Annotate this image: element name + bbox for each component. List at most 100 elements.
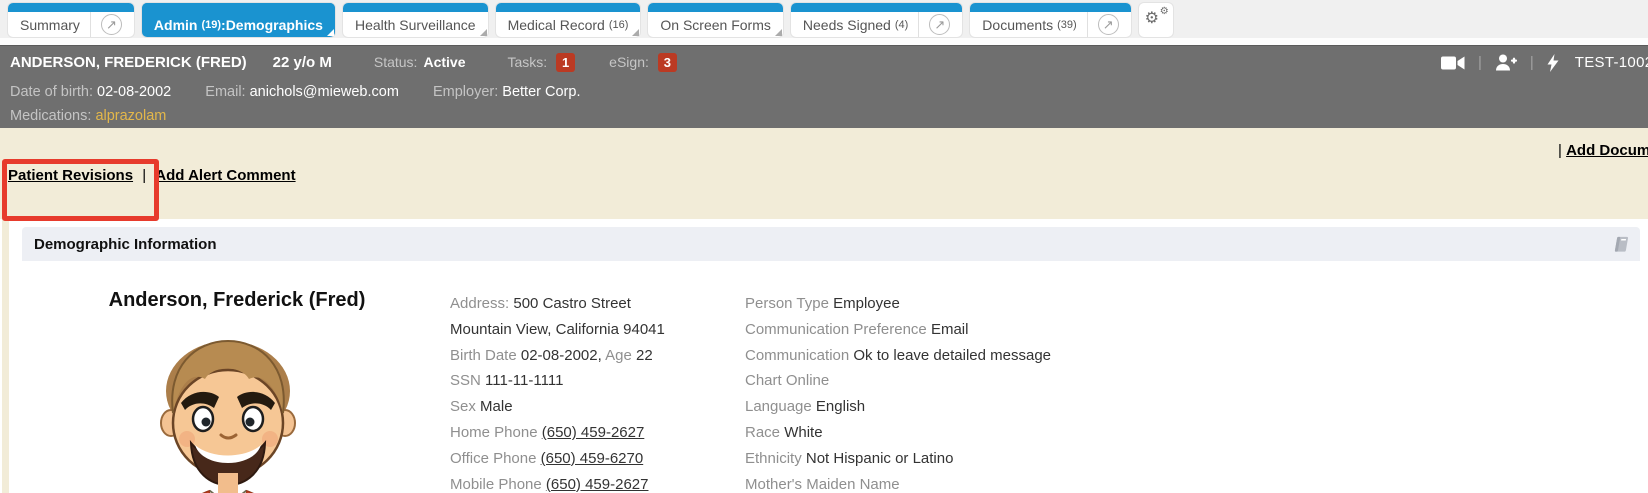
add-user-icon[interactable] [1495, 54, 1517, 71]
person-type-value: Employee [833, 295, 900, 312]
patient-revisions-link[interactable]: Patient Revisions [8, 167, 133, 184]
notebook-icon[interactable] [1611, 235, 1630, 259]
employer-value: Better Corp. [502, 84, 580, 100]
race-value: White [784, 424, 822, 441]
patient-age-sex: 22 y/o M [273, 54, 332, 71]
communication-label: Communication [745, 347, 849, 364]
dob-label: Date of birth: [10, 84, 93, 100]
email-label: Email: [205, 84, 245, 100]
tab-divider [90, 12, 91, 37]
race-row: Race White [745, 420, 1165, 446]
chart-id: TEST-10025 [1575, 54, 1648, 71]
age-value: 22 [636, 347, 653, 364]
sex-label: Sex [450, 398, 476, 415]
tab-divider [918, 12, 919, 37]
language-row: Language English [745, 394, 1165, 420]
settings-gear-icon[interactable]: ⚙ ⚙ [1139, 3, 1173, 37]
demographic-panel: Demographic Information Anderson, Freder… [22, 227, 1640, 493]
tab-divider [1087, 12, 1088, 37]
age-label: Age [605, 347, 632, 364]
home-phone-row: Home Phone (650) 459-2627 [450, 420, 750, 446]
tab-on-screen-forms[interactable]: On Screen Forms [648, 3, 782, 37]
lightning-icon[interactable] [1547, 54, 1559, 72]
home-phone-label: Home Phone [450, 424, 538, 441]
tab-needs-signed[interactable]: Needs Signed (4) ↗ [791, 3, 962, 37]
tab-fold-icon [775, 29, 782, 36]
medications-value[interactable]: alprazolam [95, 108, 166, 124]
address-row: Address: 500 Castro Street [450, 291, 750, 317]
chart-online-label: Chart Online [745, 372, 829, 389]
communication-preference-row: Communication Preference Email [745, 317, 1165, 343]
tasks-label: Tasks: [507, 54, 547, 70]
tab-documents[interactable]: Documents (39) ↗ [970, 3, 1130, 37]
race-label: Race [745, 424, 780, 441]
ssn-value: 111-11-1111 [485, 372, 563, 389]
tab-medical-record[interactable]: Medical Record (16) [496, 3, 641, 37]
tab-suffix: :Demographics [221, 17, 323, 33]
video-camera-icon[interactable] [1441, 55, 1465, 71]
email-value: anichols@mieweb.com [250, 84, 399, 100]
mobile-phone-link[interactable]: (650) 459-2627 [546, 476, 649, 493]
employer-label: Employer: [433, 84, 498, 100]
external-link-icon[interactable]: ↗ [1098, 14, 1119, 35]
tab-label: On Screen Forms [660, 17, 770, 33]
birth-date-label: Birth Date [450, 347, 517, 364]
left-margin-strip [2, 219, 9, 493]
maiden-name-row: Mother's Maiden Name [745, 472, 1165, 493]
demographic-panel-header: Demographic Information [22, 227, 1640, 261]
tab-fold-icon [327, 29, 334, 36]
address-row2: Mountain View, California 94041 [450, 317, 750, 343]
patient-display-name: Anderson, Frederick (Fred) [22, 289, 452, 312]
status-label: Status: [374, 54, 418, 70]
home-phone-link[interactable]: (650) 459-2627 [542, 424, 645, 441]
add-document-link[interactable]: Add Document [1566, 142, 1648, 159]
medications-label: Medications: [10, 108, 91, 124]
birth-date-row: Birth Date 02-08-2002, Age 22 [450, 343, 750, 369]
status-value: Active [423, 54, 465, 70]
tab-bar: Summary ↗ Admin (19) :Demographics Healt… [0, 0, 1648, 45]
patient-header-bar: ANDERSON, FREDERICK (FRED) 22 y/o M Stat… [0, 45, 1648, 78]
sex-value: Male [480, 398, 513, 415]
communication-row: Communication Ok to leave detailed messa… [745, 343, 1165, 369]
chart-online-row: Chart Online [745, 368, 1165, 394]
esign-count-badge[interactable]: 3 [658, 53, 677, 72]
tab-admin-demographics[interactable]: Admin (19) :Demographics [142, 3, 335, 37]
patient-info-bar: Date of birth: 02-08-2002 Email: anichol… [0, 78, 1648, 128]
gear-icon: ⚙ [1145, 11, 1159, 27]
person-type-label: Person Type [745, 295, 829, 312]
address-label: Address: [450, 295, 509, 312]
gear-small-icon: ⚙ [1160, 7, 1169, 17]
external-link-icon[interactable]: ↗ [929, 14, 950, 35]
maiden-name-label: Mother's Maiden Name [745, 476, 900, 493]
tab-fold-icon [632, 29, 639, 36]
tab-count: (39) [1057, 19, 1077, 31]
add-alert-comment-link[interactable]: Add Alert Comment [155, 167, 295, 184]
birth-date-value: 02-08-2002, [521, 347, 602, 364]
tab-label: Admin [154, 17, 198, 33]
demographic-panel-body: Anderson, Frederick (Fred) [22, 261, 1640, 493]
main-content: Demographic Information Anderson, Freder… [0, 219, 1648, 493]
communication-value: Ok to leave detailed message [853, 347, 1051, 364]
tab-summary[interactable]: Summary ↗ [8, 3, 134, 37]
tab-label: Medical Record [508, 17, 605, 33]
external-link-icon[interactable]: ↗ [101, 14, 122, 35]
tab-count: (4) [895, 19, 908, 31]
dob-value: 02-08-2002 [97, 84, 171, 100]
link-separator: | [142, 167, 146, 184]
office-phone-link[interactable]: (650) 459-6270 [541, 450, 644, 467]
tab-label: Health Surveillance [355, 17, 476, 33]
communication-preference-value: Email [931, 321, 969, 338]
tasks-count-badge[interactable]: 1 [556, 53, 575, 72]
esign-label: eSign: [609, 54, 649, 70]
language-label: Language [745, 398, 812, 415]
alert-band: | Add Document Patient Revisions | Add A… [0, 128, 1648, 219]
tab-label: Summary [20, 17, 80, 33]
toolbar-divider: | [1478, 54, 1482, 71]
ethnicity-label: Ethnicity [745, 450, 802, 467]
person-type-row: Person Type Employee [745, 291, 1165, 317]
toolbar-divider: | [1530, 54, 1534, 71]
mobile-phone-row: Mobile Phone (650) 459-2627 [450, 472, 750, 493]
tab-health-surveillance[interactable]: Health Surveillance [343, 3, 488, 37]
tab-label: Documents [982, 17, 1053, 33]
office-phone-row: Office Phone (650) 459-6270 [450, 446, 750, 472]
